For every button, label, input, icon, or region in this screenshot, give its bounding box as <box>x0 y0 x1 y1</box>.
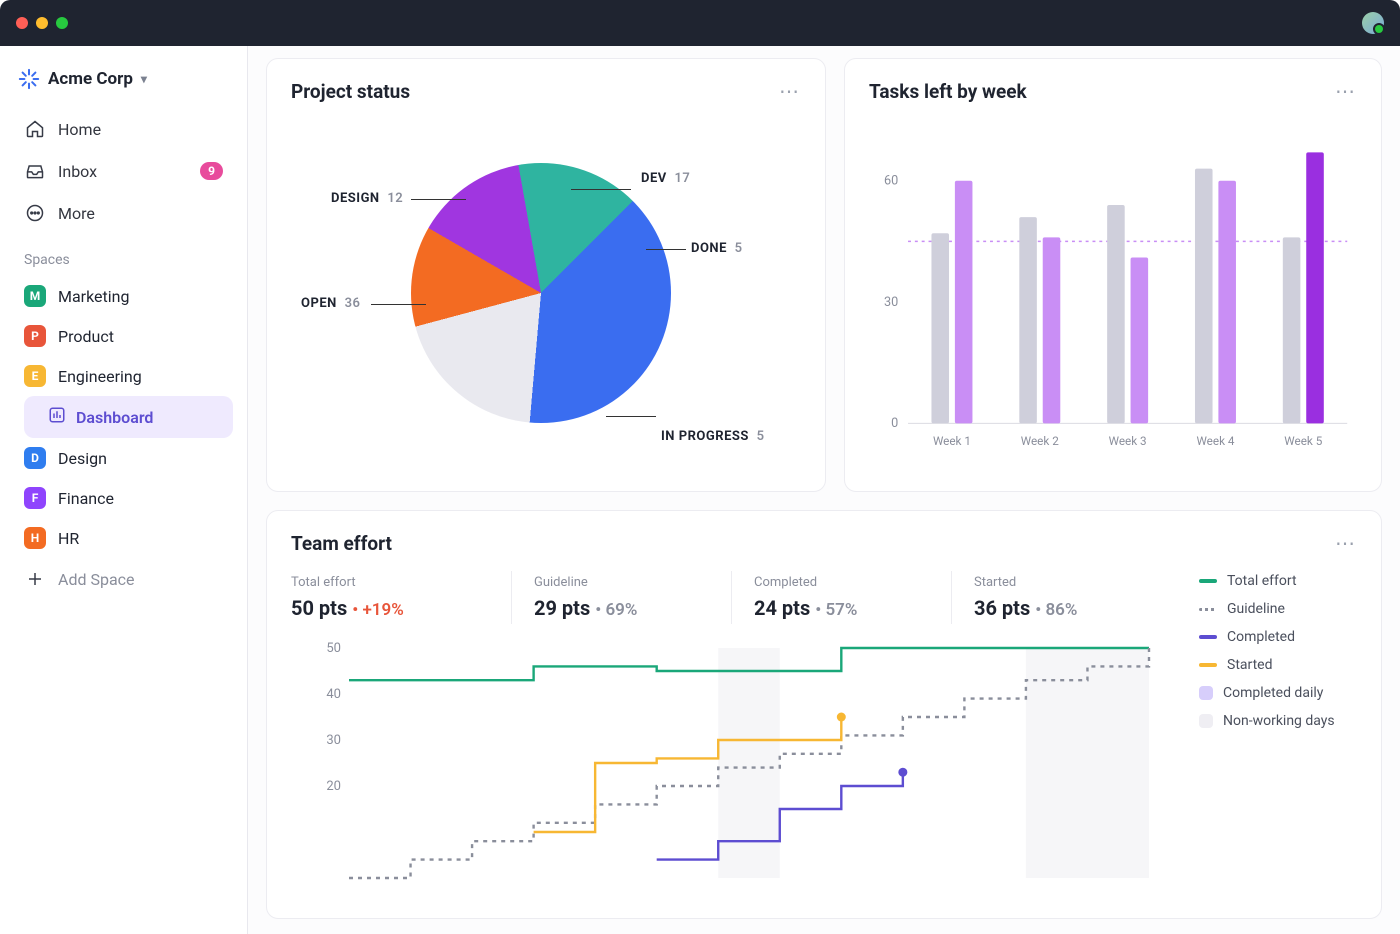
pie-slice-label: DESIGN 12 <box>331 191 403 206</box>
card-more-button[interactable]: ⋯ <box>1335 531 1357 555</box>
card-project-status: Project status ⋯ DEV 17 DONE 5 IN PROGRESS… <box>266 58 826 492</box>
stat-label: Guideline <box>534 575 709 590</box>
stat-value: 50 pts • +19% <box>291 596 489 620</box>
pie-slice-label: DEV 17 <box>641 171 690 186</box>
svg-text:Week 1: Week 1 <box>933 434 971 448</box>
svg-text:Week 4: Week 4 <box>1196 434 1234 448</box>
pie-slice-label: OPEN 36 <box>301 296 360 311</box>
pie-chart: DEV 17 DONE 5 IN PROGRESS 5 OPEN 36 DESIGN 1… <box>291 111 791 471</box>
stat-value: 24 pts • 57% <box>754 596 929 620</box>
card-more-button[interactable]: ⋯ <box>779 79 801 103</box>
maximize-window-icon[interactable] <box>56 17 68 29</box>
sidebar: Acme Corp ▾ Home Inbox 9 More Spaces M Ma… <box>0 46 248 934</box>
space-label: Marketing <box>58 287 129 306</box>
main-content: Project status ⋯ DEV 17 DONE 5 IN PROGRESS… <box>248 46 1400 934</box>
sidebar-item-marketing[interactable]: M Marketing <box>14 276 233 316</box>
svg-text:0: 0 <box>891 416 898 431</box>
nav-label: Inbox <box>58 162 97 181</box>
close-window-icon[interactable] <box>16 17 28 29</box>
nav-inbox[interactable]: Inbox 9 <box>14 150 233 192</box>
stat-label: Total effort <box>291 575 489 590</box>
space-badge-icon: F <box>24 487 46 509</box>
svg-text:30: 30 <box>884 295 898 310</box>
subitem-label: Dashboard <box>76 408 153 427</box>
space-badge-icon: H <box>24 527 46 549</box>
space-badge-icon: P <box>24 325 46 347</box>
workspace-switcher[interactable]: Acme Corp ▾ <box>14 64 233 108</box>
stat-guideline: Guideline 29 pts • 69% <box>511 571 731 624</box>
legend-item: Started <box>1199 657 1357 673</box>
bar-chart: 0 30 60 Week 1 Week 2 Week 3 Week 4 Week 5 <box>869 111 1357 471</box>
sidebar-item-engineering[interactable]: E Engineering <box>14 356 233 396</box>
inbox-badge: 9 <box>200 162 223 180</box>
workspace-logo-icon <box>18 68 40 90</box>
plus-icon <box>24 568 46 590</box>
sidebar-item-design[interactable]: D Design <box>14 438 233 478</box>
add-space-label: Add Space <box>58 570 135 589</box>
legend-item: Guideline <box>1199 601 1357 617</box>
chart-legend: Total effort Guideline Completed Started Com… <box>1177 563 1357 898</box>
card-title: Team effort <box>291 532 392 555</box>
svg-text:Week 5: Week 5 <box>1284 434 1322 448</box>
nav-home[interactable]: Home <box>14 108 233 150</box>
sidebar-item-hr[interactable]: H HR <box>14 518 233 558</box>
svg-text:60: 60 <box>884 174 898 189</box>
svg-text:Week 3: Week 3 <box>1109 434 1147 448</box>
card-more-button[interactable]: ⋯ <box>1335 79 1357 103</box>
line-chart: 20 30 40 50 <box>291 638 1177 898</box>
stat-label: Started <box>974 575 1149 590</box>
stat-started: Started 36 pts • 86% <box>951 571 1171 624</box>
avatar[interactable] <box>1362 12 1384 34</box>
workspace-name: Acme Corp <box>48 69 133 89</box>
stat-total-effort: Total effort 50 pts • +19% <box>291 571 511 624</box>
nav-label: More <box>58 204 95 223</box>
svg-text:Week 2: Week 2 <box>1021 434 1059 448</box>
sidebar-item-finance[interactable]: F Finance <box>14 478 233 518</box>
legend-item: Completed <box>1199 629 1357 645</box>
pie-slice-label: IN PROGRESS 5 <box>661 429 765 444</box>
space-badge-icon: E <box>24 365 46 387</box>
inbox-icon <box>24 160 46 182</box>
chevron-down-icon: ▾ <box>141 72 147 86</box>
space-label: Engineering <box>58 367 142 386</box>
nav-label: Home <box>58 120 101 139</box>
legend-item: Non-working days <box>1199 713 1357 729</box>
space-label: HR <box>58 529 79 548</box>
titlebar <box>0 0 1400 46</box>
card-title: Project status <box>291 80 410 103</box>
svg-text:50: 50 <box>326 641 341 656</box>
space-label: Finance <box>58 489 114 508</box>
add-space-button[interactable]: Add Space <box>14 558 233 600</box>
card-title: Tasks left by week <box>869 80 1027 103</box>
spaces-section-label: Spaces <box>14 234 233 276</box>
nav-more[interactable]: More <box>14 192 233 234</box>
legend-item: Completed daily <box>1199 685 1357 701</box>
window-controls <box>16 17 68 29</box>
pie-slice-label: DONE 5 <box>691 241 743 256</box>
stat-label: Completed <box>754 575 929 590</box>
dashboard-icon <box>48 406 66 428</box>
svg-text:20: 20 <box>326 779 341 794</box>
sidebar-item-product[interactable]: P Product <box>14 316 233 356</box>
card-tasks-by-week: Tasks left by week ⋯ 0 30 60 Week 1 Week 2 We… <box>844 58 1382 492</box>
legend-item: Total effort <box>1199 573 1357 589</box>
space-badge-icon: M <box>24 285 46 307</box>
home-icon <box>24 118 46 140</box>
svg-text:40: 40 <box>326 687 341 702</box>
stat-value: 29 pts • 69% <box>534 596 709 620</box>
space-label: Product <box>58 327 114 346</box>
space-label: Design <box>58 449 107 468</box>
stat-value: 36 pts • 86% <box>974 596 1149 620</box>
card-team-effort: Team effort ⋯ Total effort 50 pts • +19%… <box>266 510 1382 919</box>
more-icon <box>24 202 46 224</box>
space-badge-icon: D <box>24 447 46 469</box>
minimize-window-icon[interactable] <box>36 17 48 29</box>
stat-completed: Completed 24 pts • 57% <box>731 571 951 624</box>
sidebar-subitem-dashboard[interactable]: Dashboard <box>24 396 233 438</box>
svg-text:30: 30 <box>326 733 341 748</box>
